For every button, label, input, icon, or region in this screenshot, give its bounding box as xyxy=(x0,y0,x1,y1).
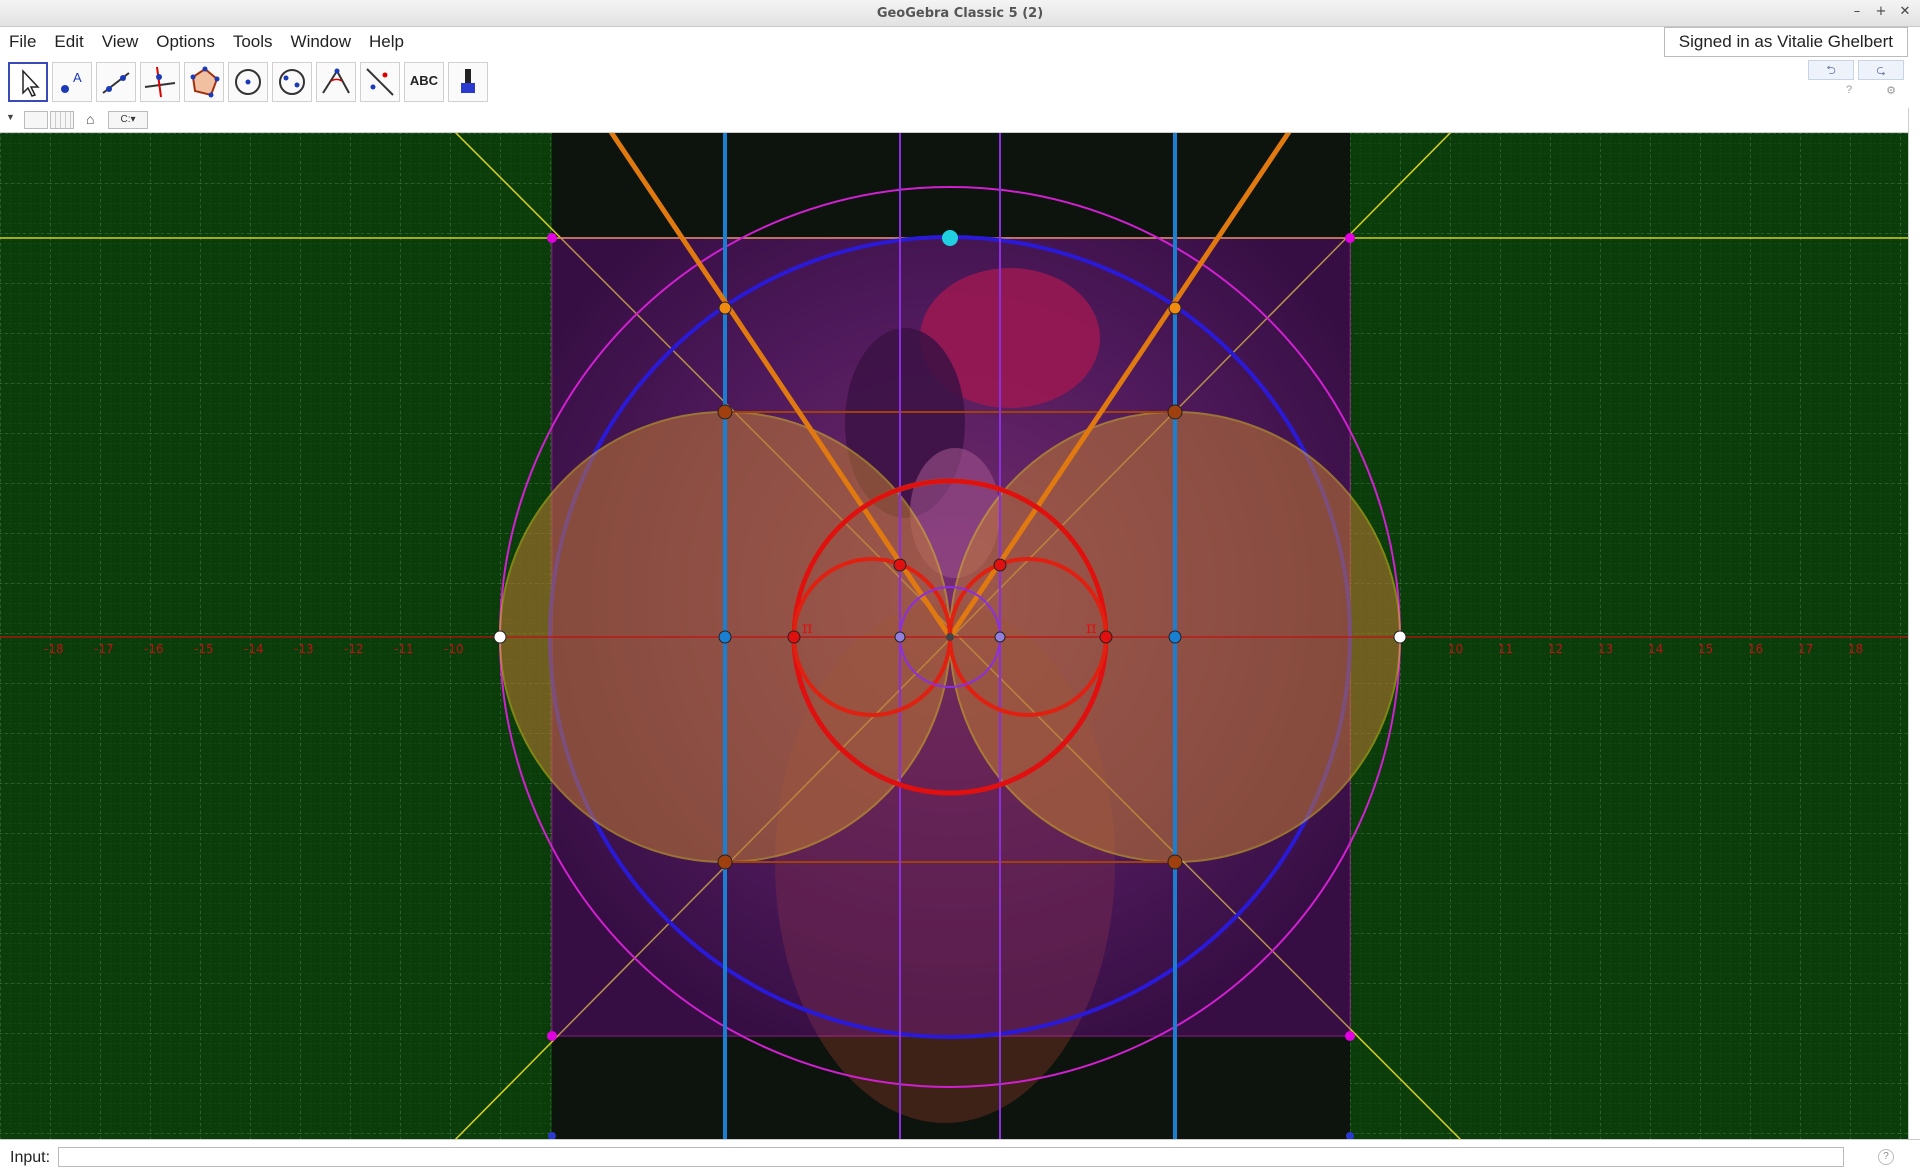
move-tool-button[interactable] xyxy=(8,62,48,102)
point-tool-button[interactable]: A xyxy=(52,62,92,102)
polygon-icon xyxy=(190,66,220,98)
menu-edit[interactable]: Edit xyxy=(45,32,92,52)
signed-in-button[interactable]: Signed in as Vitalie Ghelbert xyxy=(1663,27,1908,57)
point-red[interactable] xyxy=(993,558,1007,572)
tick-label: -18 xyxy=(44,642,64,656)
input-help-icon[interactable]: ? xyxy=(1878,1149,1894,1165)
origin-point[interactable] xyxy=(946,633,954,641)
text-icon: ABC xyxy=(409,73,439,88)
point-brown[interactable] xyxy=(1167,854,1183,870)
tick-label: -14 xyxy=(244,642,264,656)
pi-label-right: π xyxy=(1086,618,1097,637)
chevron-down-icon[interactable]: ▼ xyxy=(6,112,15,122)
window-title: GeoGebra Classic 5 (2) xyxy=(876,5,1044,21)
circle-points-tool-button[interactable] xyxy=(272,62,312,102)
point-lilac[interactable] xyxy=(894,631,906,643)
point-red[interactable] xyxy=(1099,630,1113,644)
color-dropdown[interactable]: C:▾ xyxy=(108,111,148,129)
undo-button[interactable]: ⮌ xyxy=(1808,60,1854,80)
style-bar: ▼ ⌂ C:▾ xyxy=(0,108,1910,133)
toolbar-small-icons: ? ⚙ xyxy=(1846,84,1896,97)
tick-label: 18 xyxy=(1848,642,1863,656)
point-white[interactable] xyxy=(493,630,507,644)
tick-label: 13 xyxy=(1598,642,1613,656)
point-red[interactable] xyxy=(787,630,801,644)
menu-tools[interactable]: Tools xyxy=(224,32,282,52)
home-icon[interactable]: ⌂ xyxy=(86,111,94,127)
minimize-icon[interactable]: – xyxy=(1848,3,1866,21)
axes-toggle-button[interactable] xyxy=(24,111,48,129)
undo-redo-group: ⮌ ⮎ xyxy=(1808,60,1904,80)
tick-label: 12 xyxy=(1548,642,1563,656)
point-white[interactable] xyxy=(1393,630,1407,644)
menu-options[interactable]: Options xyxy=(147,32,224,52)
tick-label: 17 xyxy=(1798,642,1813,656)
point-brown[interactable] xyxy=(1167,404,1183,420)
point-red[interactable] xyxy=(893,558,907,572)
grid-toggle-button[interactable] xyxy=(50,111,74,129)
right-edge-panel xyxy=(1908,108,1920,1139)
menu-window[interactable]: Window xyxy=(282,32,360,52)
angle-icon xyxy=(322,68,350,94)
point-magenta[interactable] xyxy=(1345,233,1355,243)
svg-text:A: A xyxy=(73,70,82,85)
menu-file[interactable]: File xyxy=(0,32,45,52)
tick-label: 11 xyxy=(1498,642,1513,656)
tick-label: -13 xyxy=(294,642,314,656)
circle-points-icon xyxy=(279,69,305,95)
point-lilac[interactable] xyxy=(994,631,1006,643)
tick-label: 15 xyxy=(1698,642,1713,656)
text-tool-button[interactable]: ABC xyxy=(404,62,444,102)
line-icon xyxy=(102,72,130,94)
tick-label: 14 xyxy=(1648,642,1663,656)
point-blue[interactable] xyxy=(718,630,732,644)
point-orange[interactable] xyxy=(718,301,732,315)
redo-button[interactable]: ⮎ xyxy=(1858,60,1904,80)
pen-tool-button[interactable] xyxy=(448,62,488,102)
toolbar: A ABC xyxy=(0,58,1910,109)
gear-icon[interactable]: ⚙ xyxy=(1886,84,1896,97)
point-orange[interactable] xyxy=(1168,301,1182,315)
arrow-cursor-icon xyxy=(22,69,40,97)
tick-label: -10 xyxy=(444,642,464,656)
tick-label: -15 xyxy=(194,642,214,656)
maximize-icon[interactable]: + xyxy=(1872,3,1890,21)
point-cyan[interactable] xyxy=(942,230,958,246)
tick-label: -17 xyxy=(94,642,114,656)
input-field[interactable] xyxy=(58,1147,1844,1167)
graphics-canvas[interactable]: π π -18 -17 -16 -15 -14 -13 -12 -11 -10 … xyxy=(0,133,1908,1139)
circle-tool-button[interactable] xyxy=(228,62,268,102)
reflect-tool-button[interactable] xyxy=(360,62,400,102)
tick-label: 16 xyxy=(1748,642,1763,656)
point-magenta[interactable] xyxy=(1345,1031,1355,1041)
tick-label: 10 xyxy=(1448,642,1463,656)
input-label: Input: xyxy=(10,1149,51,1166)
menu-bar: File Edit View Options Tools Window Help xyxy=(0,27,1920,57)
menu-help[interactable]: Help xyxy=(360,32,413,52)
tick-label: -12 xyxy=(344,642,364,656)
point-blue[interactable] xyxy=(1168,630,1182,644)
point-brown[interactable] xyxy=(717,854,733,870)
perpendicular-line-tool-button[interactable] xyxy=(140,62,180,102)
tick-label: -11 xyxy=(394,642,414,656)
point-magenta[interactable] xyxy=(547,1031,557,1041)
angle-tool-button[interactable] xyxy=(316,62,356,102)
circle-icon xyxy=(235,69,261,95)
point-icon: A xyxy=(61,70,82,93)
graphics-view[interactable]: π π -18 -17 -16 -15 -14 -13 -12 -11 -10 … xyxy=(0,133,1908,1139)
title-bar: GeoGebra Classic 5 (2) – + ✕ xyxy=(0,0,1920,27)
line-tool-button[interactable] xyxy=(96,62,136,102)
point-magenta[interactable] xyxy=(547,233,557,243)
perpendicular-icon xyxy=(144,66,176,98)
help-icon[interactable]: ? xyxy=(1846,84,1852,97)
tick-label: -16 xyxy=(144,642,164,656)
polygon-tool-button[interactable] xyxy=(184,62,224,102)
pi-label-left: π xyxy=(802,618,813,637)
point-brown[interactable] xyxy=(717,404,733,420)
reflect-icon xyxy=(366,68,394,96)
close-icon[interactable]: ✕ xyxy=(1896,3,1914,21)
pen-icon xyxy=(461,69,475,93)
input-bar: Input: ? xyxy=(0,1139,1920,1174)
menu-view[interactable]: View xyxy=(93,32,148,52)
